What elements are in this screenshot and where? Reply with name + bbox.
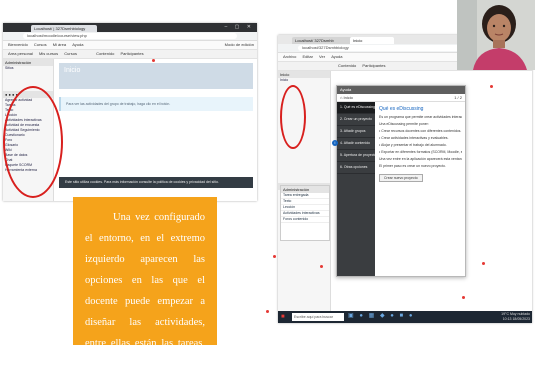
menu-item[interactable]: Bienvenido (8, 42, 28, 47)
taskbar-apps-icon[interactable]: ▣ ● ▦ ◆ ● ■ ● (348, 312, 414, 319)
annotation-dot (266, 310, 269, 313)
menu-item[interactable]: Mi área (53, 42, 66, 47)
annotation-dot (273, 255, 276, 258)
modal-paragraph: • Crear actividades interactivas y evalu… (379, 136, 449, 140)
window-controls[interactable]: – ▢ ✕ (225, 24, 254, 30)
modal-paragraph: • Exportar en diferentes formatos (SCORM… (379, 150, 462, 154)
annotation-dot (490, 85, 493, 88)
browser-tab[interactable]: Localhost/ | 327Dsmhbiology (31, 25, 97, 32)
modal-title: Ayuda (337, 86, 465, 94)
modal-paragraph: Una eDiscussing permite poner: (379, 122, 429, 126)
panel-title: Administración (3, 59, 53, 66)
right-screenshot: Localhost/ 327Dsmhb Inicio – ▢ ✕ localho… (278, 35, 532, 323)
annotation-dot (320, 265, 323, 268)
step-item[interactable]: 6. Otras opciones (337, 162, 375, 174)
webcam-feed (457, 0, 535, 70)
annotation-dot (152, 59, 155, 62)
tab-contenido[interactable]: Contenido (338, 63, 356, 68)
modal-toolbar: ⌂ Inicio 1 / 2 (337, 94, 465, 102)
modal-paragraph: • Crear recursos docentes con diferentes… (379, 129, 462, 133)
weather-text: 19°C Muy nublado (501, 312, 530, 316)
create-project-button[interactable]: Crear nuevo proyecto (379, 174, 423, 182)
taskbar-search[interactable]: Escribe aquí para buscar (292, 313, 344, 321)
modal-paragraph: Es un programa que permite crear activid… (379, 115, 462, 119)
admin-title: Administración (281, 186, 329, 193)
breadcrumb-item[interactable]: Cursos (64, 51, 77, 56)
annotation-dot (482, 262, 485, 265)
annotation-circle (280, 85, 306, 149)
browser-titlebar: Localhost/ | 327Dsmhbiology – ▢ ✕ (3, 23, 257, 32)
site-toolbar: Bienvenido Cursos Mi área Ayuda Modo de … (3, 41, 257, 50)
menu-item[interactable]: Ver (319, 54, 325, 59)
admin-block: Administración Tarea entregada Texto Lec… (280, 185, 330, 241)
menu-item[interactable]: Ayuda (72, 42, 83, 47)
menu-item[interactable]: Archivo (283, 54, 296, 59)
home-icon[interactable]: ⌂ (340, 95, 342, 100)
modal-body: Qué es eDiscussing Es un programa que pe… (377, 102, 462, 276)
tab-participantes[interactable]: Participantes (120, 51, 143, 56)
caption-overlay: Una vez configurado el entorno, en el ex… (73, 197, 217, 370)
edit-mode-toggle[interactable]: Modo de edición (225, 41, 254, 49)
panel-title: Inicio (278, 71, 330, 78)
admin-item[interactable]: Foros contenido (281, 217, 329, 223)
browser-tab-active[interactable]: Inicio (350, 37, 394, 44)
info-notice: Para ver las actividades del grupo de tr… (59, 97, 253, 111)
menu-item[interactable]: Editar (302, 54, 312, 59)
breadcrumb: Area personal Mis cursos Cursos Contenid… (3, 50, 257, 59)
clock-time: 10:13 (502, 316, 512, 321)
cookie-footer: Este sitio utiliza cookies. Para más inf… (59, 177, 253, 188)
step-item[interactable]: 5. Apertura de proyecto (337, 150, 375, 162)
help-modal: Ayuda ⌂ Inicio 1 / 2 1. Qué es eDiscussi… (336, 85, 466, 277)
modal-toolbar-label: Inicio (343, 95, 353, 100)
annotation-dot (462, 296, 465, 299)
windows-taskbar: ■ Escribe aquí para buscar ▣ ● ▦ ◆ ● ■ ●… (278, 311, 532, 323)
start-icon[interactable]: ■ (281, 314, 285, 320)
tab-contenido[interactable]: Contenido (96, 51, 114, 56)
step-item[interactable]: 4. Añadir contenido (337, 138, 375, 150)
address-bar: localhost/moodle/course/view.php (3, 32, 257, 41)
modal-heading: Qué es eDiscussing (379, 106, 424, 112)
modal-steps: 1. Qué es eDiscussing 2. Crear un proyec… (337, 102, 375, 276)
browser-tab[interactable]: Localhost/ 327Dsmhb (292, 37, 353, 44)
step-item[interactable]: 3. Añadir grupos (337, 126, 375, 138)
page-title: Inicio (64, 67, 81, 74)
tab-participantes[interactable]: Participantes (362, 63, 385, 68)
modal-paragraph: • Alojar y presentar el trabajo del alum… (379, 143, 447, 147)
url-field[interactable]: localhost/moodle/course/view.php (23, 33, 237, 39)
clock-date: 18/05/2023 (512, 316, 530, 321)
presenter-image (457, 0, 535, 70)
step-item[interactable]: 2. Crear un proyecto (337, 114, 375, 126)
breadcrumb-item[interactable]: Mis cursos (39, 51, 58, 56)
modal-paragraph: Una vez entre en la aplicación aparecerá… (379, 157, 462, 161)
page-header: Inicio (59, 63, 253, 89)
menu-item[interactable]: Cursos (34, 42, 47, 47)
caption-text: Una vez configurado el entorno, en el ex… (85, 212, 205, 370)
page-indicator: 1 / 2 (454, 95, 462, 100)
step-item[interactable]: 1. Qué es eDiscussing (337, 102, 375, 114)
system-tray: 19°C Muy nublado 10:13 18/05/2023 (501, 312, 530, 321)
menu-item[interactable]: Ayuda (331, 54, 342, 59)
info-icon: i (332, 140, 338, 146)
breadcrumb-item[interactable]: Area personal (8, 51, 33, 56)
modal-paragraph: El primer paso es crear un nuevo proyect… (379, 164, 446, 168)
annotation-circle (3, 86, 63, 198)
